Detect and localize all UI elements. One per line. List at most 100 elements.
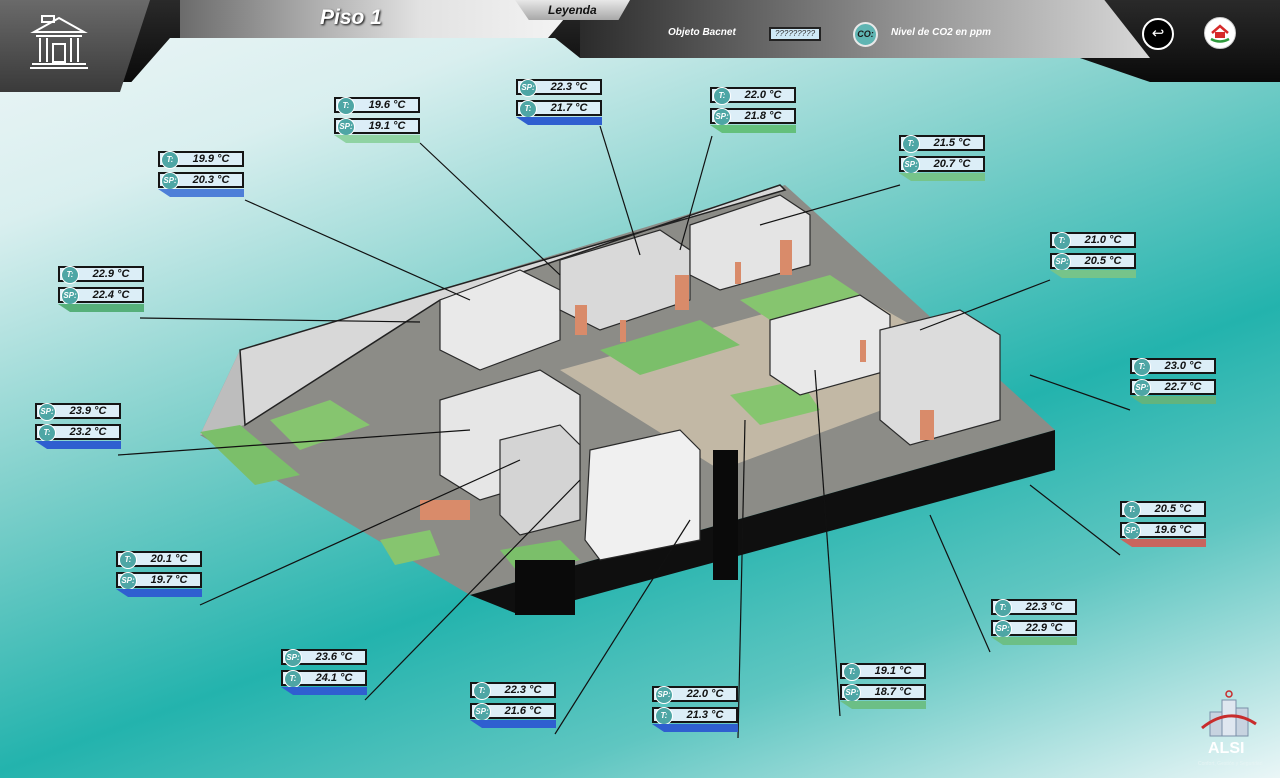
readout-value: 19.9 °C [192,153,230,165]
zone-readout[interactable]: T: 19.9 °C SP: 20.3 °C [158,151,244,197]
readout-row: T: 24.1 °C [281,670,367,688]
sensor-badge: SP: [519,79,537,97]
sensor-badge: T: [1053,232,1071,250]
readout-row: T: 21.3 °C [652,707,738,725]
readout-row: SP: 23.6 °C [281,649,367,667]
zone-status-bar [652,724,738,732]
zone-readout[interactable]: T: 19.6 °C SP: 19.1 °C [334,97,420,143]
zone-readout[interactable]: T: 20.5 °C SP: 19.6 °C [1120,501,1206,547]
readout-row: SP: 22.9 °C [991,620,1077,638]
zone-status-bar [58,304,144,312]
readout-value: 22.3 °C [550,81,588,93]
readout-row: T: 20.5 °C [1120,501,1206,519]
zone-status-bar [710,125,796,133]
readout-value: 22.9 °C [1025,622,1063,634]
readout-value: 18.7 °C [874,686,912,698]
readout-row: T: 19.9 °C [158,151,244,169]
readout-value: 20.1 °C [150,553,188,565]
sensor-badge: T: [61,266,79,284]
sensor-badge: T: [994,599,1012,617]
sensor-badge: T: [1133,358,1151,376]
sensor-badge: T: [284,670,302,688]
sensor-badge: SP: [161,172,179,190]
sensor-badge: SP: [713,108,731,126]
readout-row: SP: 19.7 °C [116,572,202,590]
zone-readout[interactable]: T: 22.9 °C SP: 22.4 °C [58,266,144,312]
zone-readout[interactable]: T: 20.1 °C SP: 19.7 °C [116,551,202,597]
readout-row: T: 19.1 °C [840,663,926,681]
sensor-badge: T: [713,87,731,105]
readout-value: 19.1 °C [368,120,406,132]
readout-value: 20.7 °C [933,158,971,170]
zone-readout[interactable]: T: 23.0 °C SP: 22.7 °C [1130,358,1216,404]
sensor-badge: SP: [902,156,920,174]
zone-readout[interactable]: SP: 22.3 °C T: 21.7 °C [516,79,602,125]
sensor-badge: T: [902,135,920,153]
readout-value: 21.8 °C [744,110,782,122]
zone-readout[interactable]: T: 22.3 °C SP: 22.9 °C [991,599,1077,645]
readout-value: 21.0 °C [1084,234,1122,246]
zone-readout[interactable]: SP: 23.9 °C T: 23.2 °C [35,403,121,449]
readout-row: T: 20.1 °C [116,551,202,569]
zone-status-bar [470,720,556,728]
readout-value: 23.0 °C [1164,360,1202,372]
readout-value: 20.5 °C [1084,255,1122,267]
zone-readout[interactable]: T: 21.0 °C SP: 20.5 °C [1050,232,1136,278]
sensor-badge: SP: [655,686,673,704]
readout-value: 22.7 °C [1164,381,1202,393]
readout-row: SP: 22.7 °C [1130,379,1216,397]
zone-status-bar [158,189,244,197]
readout-row: T: 23.2 °C [35,424,121,442]
alsi-logo-subtitle: Confort, Gestión y Seguridad [1198,761,1263,767]
sensor-badge: T: [519,100,537,118]
sensor-badge: SP: [284,649,302,667]
sensor-badge: SP: [38,403,56,421]
zone-status-bar [1050,270,1136,278]
alsi-logo-text: ALSI [1208,740,1245,757]
zone-status-bar [1130,396,1216,404]
zone-status-bar [334,135,420,143]
zone-readout[interactable]: SP: 22.0 °C T: 21.3 °C [652,686,738,732]
readout-row: SP: 21.8 °C [710,108,796,126]
readout-value: 20.5 °C [1154,503,1192,515]
readout-value: 24.1 °C [315,672,353,684]
sensor-badge: T: [161,151,179,169]
zone-status-bar [899,173,985,181]
sensor-badge: T: [655,707,673,725]
readout-value: 22.0 °C [744,89,782,101]
zone-status-bar [991,637,1077,645]
readout-row: SP: 20.7 °C [899,156,985,174]
zone-readout[interactable]: T: 22.0 °C SP: 21.8 °C [710,87,796,133]
readout-value: 23.9 °C [69,405,107,417]
sensor-badge: T: [337,97,355,115]
sensor-badge: SP: [1123,522,1141,540]
sensor-badge: T: [38,424,56,442]
alsi-building-icon [1201,690,1257,737]
zone-readout[interactable]: T: 21.5 °C SP: 20.7 °C [899,135,985,181]
sensor-badge: T: [1123,501,1141,519]
readout-row: T: 22.0 °C [710,87,796,105]
zone-readout[interactable]: T: 19.1 °C SP: 18.7 °C [840,663,926,709]
readout-row: SP: 20.5 °C [1050,253,1136,271]
zone-readout[interactable]: T: 22.3 °C SP: 21.6 °C [470,682,556,728]
sensor-badge: SP: [61,287,79,305]
readout-value: 21.6 °C [504,705,542,717]
readout-value: 22.4 °C [92,289,130,301]
readout-value: 22.0 °C [686,688,724,700]
readout-row: T: 19.6 °C [334,97,420,115]
readout-value: 22.9 °C [92,268,130,280]
readout-row: SP: 22.3 °C [516,79,602,97]
readout-value: 19.6 °C [368,99,406,111]
readout-value: 21.5 °C [933,137,971,149]
sensor-badge: SP: [843,684,861,702]
sensor-badge: SP: [119,572,137,590]
sensor-badge: T: [843,663,861,681]
readout-row: SP: 23.9 °C [35,403,121,421]
readout-value: 19.7 °C [150,574,188,586]
zone-status-bar [516,117,602,125]
readout-value: 23.2 °C [69,426,107,438]
zone-readout[interactable]: SP: 23.6 °C T: 24.1 °C [281,649,367,695]
sensor-badge: T: [473,682,491,700]
sensor-badge: SP: [994,620,1012,638]
sensor-badge: T: [119,551,137,569]
